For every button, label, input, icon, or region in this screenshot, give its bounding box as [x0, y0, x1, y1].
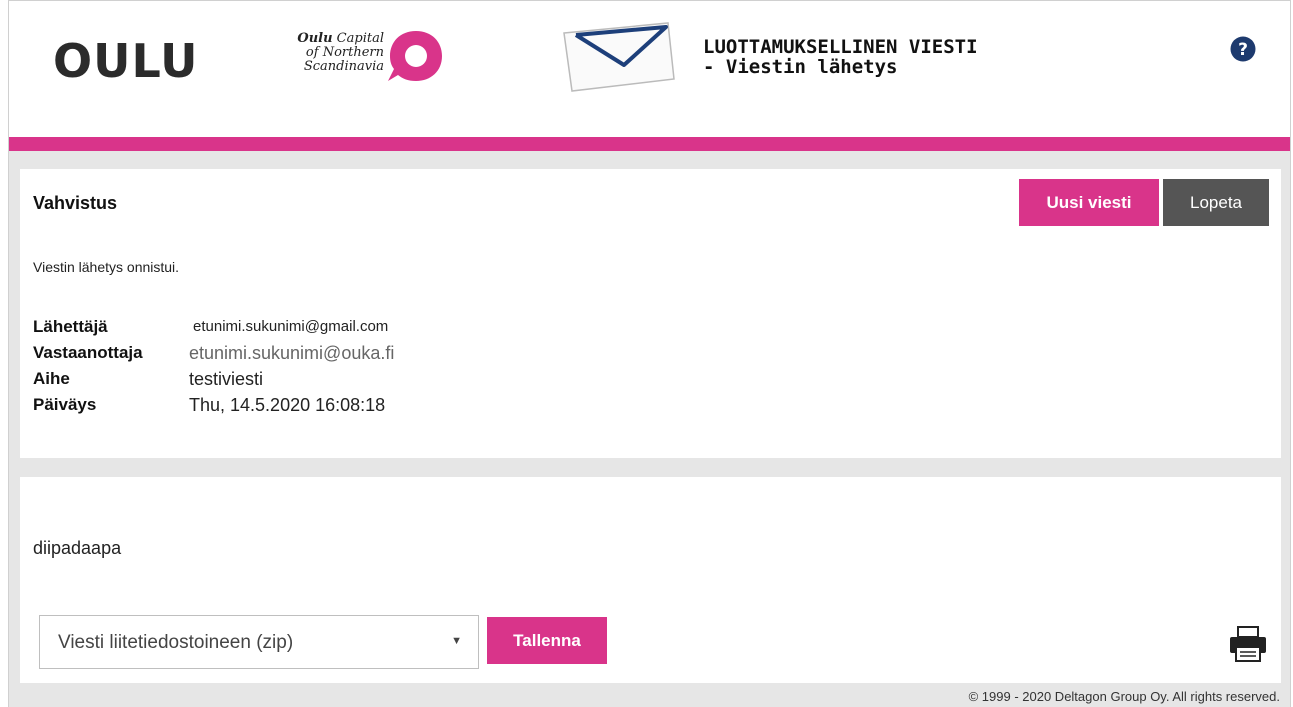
confirmation-heading: Vahvistus — [33, 193, 118, 213]
detail-row-subject: Aihe testiviesti — [33, 369, 933, 395]
header: OULU Oulu Capital of Northern Scandinavi… — [9, 0, 1290, 138]
printer-icon[interactable] — [1228, 625, 1268, 663]
download-format-value: Viesti liitetiedostoineen (zip) — [58, 632, 294, 653]
message-details: Lähettäjä etunimi.sukunimi@gmail.com Vas… — [33, 317, 933, 421]
new-message-button[interactable]: Uusi viesti — [1019, 179, 1159, 226]
capital-slogan-word: Capital — [332, 31, 384, 46]
capital-slogan-line2: of Northern — [305, 45, 384, 60]
capital-slogan-city: Oulu — [297, 31, 333, 46]
capital-slogan: Oulu Capital of Northern Scandinavia — [264, 32, 384, 74]
subject-label: Aihe — [33, 369, 70, 388]
subject-value: testiviesti — [189, 369, 264, 389]
envelope-icon — [563, 22, 675, 92]
accent-bar — [9, 137, 1290, 151]
message-body: diipadaapa — [33, 538, 122, 558]
sender-value: etunimi.sukunimi@gmail.com — [193, 318, 389, 335]
help-icon[interactable]: ? — [1230, 36, 1256, 62]
message-panel: diipadaapa Viesti liitetiedostoineen (zi… — [20, 477, 1281, 683]
capital-slogan-line3: Scandinavia — [303, 59, 384, 74]
date-value: Thu, 14.5.2020 16:08:18 — [189, 395, 386, 415]
download-format-select[interactable]: Viesti liitetiedostoineen (zip) ▼ — [39, 615, 479, 669]
sender-label: Lähettäjä — [33, 317, 108, 336]
speech-bubble-logo-icon — [388, 31, 442, 81]
page-title: LUOTTAMUKSELLINEN VIESTI - Viestin lähet… — [703, 37, 978, 77]
svg-text:?: ? — [1238, 40, 1248, 60]
detail-row-recipient: Vastaanottaja etunimi.sukunimi@ouka.fi — [33, 343, 933, 369]
success-message: Viestin lähetys onnistui. — [33, 259, 180, 275]
quit-button[interactable]: Lopeta — [1163, 179, 1269, 226]
save-button[interactable]: Tallenna — [487, 617, 607, 664]
recipient-label: Vastaanottaja — [33, 343, 143, 362]
dropdown-arrow-icon: ▼ — [451, 635, 462, 647]
copyright-footer: © 1999 - 2020 Deltagon Group Oy. All rig… — [968, 689, 1280, 704]
detail-row-date: Päiväys Thu, 14.5.2020 16:08:18 — [33, 395, 933, 421]
page-frame: OULU Oulu Capital of Northern Scandinavi… — [8, 0, 1291, 707]
oulu-logo: OULU — [53, 34, 199, 88]
detail-row-sender: Lähettäjä etunimi.sukunimi@gmail.com — [33, 317, 933, 343]
confirmation-panel: Vahvistus Uusi viesti Lopeta Viestin läh… — [20, 169, 1281, 458]
page-title-line1: LUOTTAMUKSELLINEN VIESTI — [703, 36, 978, 58]
recipient-value: etunimi.sukunimi@ouka.fi — [189, 343, 395, 363]
page-title-line2: - Viestin lähetys — [703, 56, 898, 78]
date-label: Päiväys — [33, 395, 97, 414]
